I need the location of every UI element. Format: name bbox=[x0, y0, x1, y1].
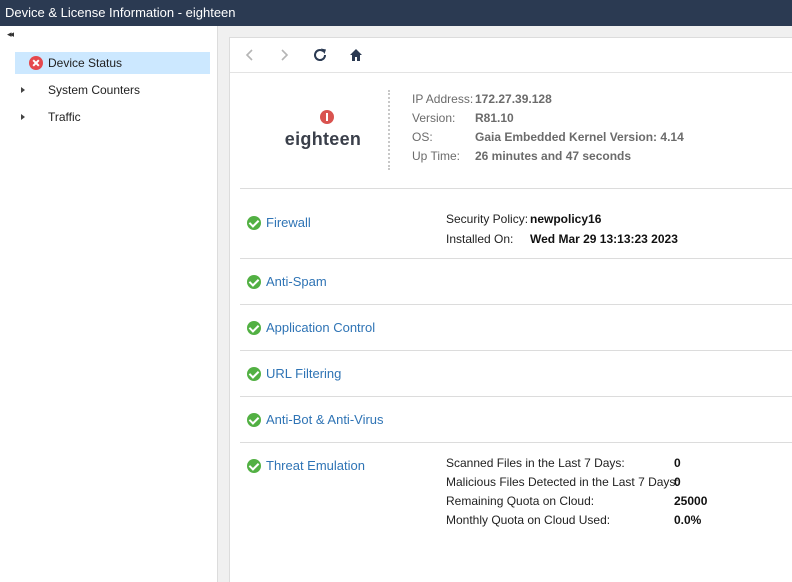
sidebar-item-traffic[interactable]: Traffic bbox=[15, 106, 210, 128]
caret-right-icon[interactable] bbox=[21, 87, 25, 93]
blade-threat-emulation[interactable]: Threat Emulation bbox=[266, 458, 365, 473]
policy-value: newpolicy16 bbox=[530, 212, 602, 226]
blade-anti-spam[interactable]: Anti-Spam bbox=[266, 274, 327, 289]
refresh-icon[interactable] bbox=[312, 47, 328, 63]
monthly-label: Monthly Quota on Cloud Used: bbox=[446, 513, 611, 527]
blade-row-application-control: Application Control bbox=[240, 305, 792, 351]
main-panel: eighteen IP Address: 172.27.39.128 Versi… bbox=[229, 37, 792, 582]
blade-row-anti-spam: Anti-Spam bbox=[240, 259, 792, 305]
blade-row-url-filtering: URL Filtering bbox=[240, 351, 792, 397]
malicious-value: 0 bbox=[674, 475, 681, 489]
divider bbox=[388, 90, 390, 170]
version-value: R81.10 bbox=[475, 111, 514, 125]
chevron-right-icon[interactable] bbox=[276, 47, 292, 63]
caret-right-icon[interactable] bbox=[21, 114, 25, 120]
error-circle-icon bbox=[29, 56, 43, 70]
blade-row-firewall: Firewall Security Policy: newpolicy16 In… bbox=[240, 189, 792, 259]
check-circle-icon bbox=[247, 216, 261, 230]
scanned-label: Scanned Files in the Last 7 Days: bbox=[446, 456, 625, 470]
device-header: eighteen IP Address: 172.27.39.128 Versi… bbox=[240, 74, 792, 189]
sidebar-item-label: Device Status bbox=[48, 56, 123, 70]
sidebar-item-label: System Counters bbox=[48, 83, 141, 97]
uptime-value: 26 minutes and 47 seconds bbox=[475, 149, 632, 163]
check-circle-icon bbox=[247, 413, 261, 427]
home-icon[interactable] bbox=[348, 47, 364, 63]
window-title: Device & License Information - eighteen bbox=[0, 0, 792, 26]
ip-value: 172.27.39.128 bbox=[475, 92, 552, 106]
policy-label: Security Policy: bbox=[446, 212, 529, 226]
blade-anti-bot-anti-virus[interactable]: Anti-Bot & Anti-Virus bbox=[266, 412, 384, 427]
check-circle-icon bbox=[247, 321, 261, 335]
installed-label: Installed On: bbox=[446, 232, 514, 246]
blade-url-filtering[interactable]: URL Filtering bbox=[266, 366, 341, 381]
check-circle-icon bbox=[247, 459, 261, 473]
toolbar bbox=[230, 38, 792, 73]
remaining-label: Remaining Quota on Cloud: bbox=[446, 494, 595, 508]
blade-row-threat-emulation: Threat Emulation Scanned Files in the La… bbox=[240, 443, 792, 533]
device-name: eighteen bbox=[284, 129, 362, 149]
blade-row-anti-bot: Anti-Bot & Anti-Virus bbox=[240, 397, 792, 443]
check-circle-icon bbox=[247, 275, 261, 289]
sidebar-item-device-status[interactable]: Device Status bbox=[15, 52, 210, 74]
malicious-label: Malicious Files Detected in the Last 7 D… bbox=[446, 475, 679, 489]
blade-firewall[interactable]: Firewall bbox=[266, 215, 311, 230]
blade-application-control[interactable]: Application Control bbox=[266, 320, 375, 335]
monthly-value: 0.0% bbox=[674, 513, 702, 527]
sidebar: ◂◂ Device Status System Counters Traffic bbox=[0, 26, 218, 582]
chevron-left-icon[interactable] bbox=[242, 47, 258, 63]
sidebar-item-label: Traffic bbox=[48, 110, 81, 124]
os-label: OS: bbox=[412, 130, 433, 144]
installed-value: Wed Mar 29 13:13:23 2023 bbox=[530, 232, 678, 246]
remaining-value: 25000 bbox=[674, 494, 708, 508]
check-circle-icon bbox=[247, 367, 261, 381]
uptime-label: Up Time: bbox=[412, 149, 461, 163]
scanned-value: 0 bbox=[674, 456, 681, 470]
version-label: Version: bbox=[412, 111, 456, 125]
device-logo-icon bbox=[320, 110, 334, 124]
sidebar-item-system-counters[interactable]: System Counters bbox=[15, 79, 210, 101]
double-chevron-left-icon[interactable]: ◂◂ bbox=[7, 29, 14, 40]
os-value: Gaia Embedded Kernel Version: 4.14 bbox=[475, 130, 684, 144]
ip-label: IP Address: bbox=[412, 92, 474, 106]
